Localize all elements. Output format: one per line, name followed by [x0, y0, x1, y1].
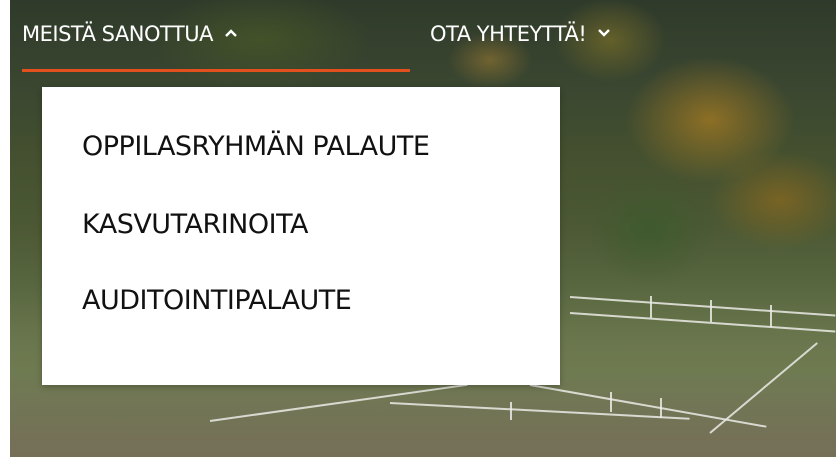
fence-post [770, 305, 772, 327]
nav-item-label: Ota yhteyttä! [430, 22, 587, 46]
dropdown-menu: Oppilasryhmän palaute Kasvutarinoita Aud… [42, 87, 560, 385]
menu-item-auditointipalaute[interactable]: Auditointipalaute [82, 285, 352, 316]
nav-item-label: Meistä sanottua [22, 22, 214, 46]
fence-post [650, 296, 652, 318]
chevron-down-icon [598, 20, 614, 48]
page: Meistä sanottua Ota yhteyttä! Oppilasryh… [0, 0, 836, 457]
menu-item-oppilasryhman-palaute[interactable]: Oppilasryhmän palaute [82, 131, 430, 162]
main-nav: Meistä sanottua Ota yhteyttä! [0, 0, 836, 72]
nav-item-ota-yhteytta[interactable]: Ota yhteyttä! [430, 20, 614, 70]
fence-rail [569, 296, 836, 317]
menu-item-kasvutarinoita[interactable]: Kasvutarinoita [82, 209, 308, 240]
chevron-up-icon [225, 20, 241, 48]
fence-post [710, 300, 712, 322]
fence-post [510, 402, 512, 420]
nav-item-meista-sanottua[interactable]: Meistä sanottua [22, 20, 410, 72]
fence-post [610, 392, 612, 412]
fence-post [660, 398, 662, 418]
